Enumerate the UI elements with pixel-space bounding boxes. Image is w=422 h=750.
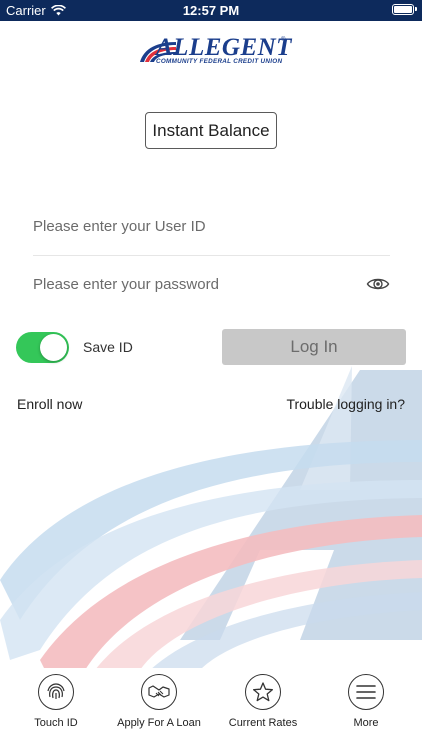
log-in-button[interactable]: Log In bbox=[222, 329, 406, 365]
tab-current-rates[interactable]: Current Rates bbox=[213, 674, 313, 729]
password-input[interactable]: Please enter your password bbox=[33, 276, 390, 293]
handshake-icon bbox=[141, 674, 177, 710]
tab-label: Apply For A Loan bbox=[117, 717, 201, 729]
field-divider bbox=[33, 255, 390, 256]
status-bar: Carrier 12:57 PM bbox=[0, 0, 422, 21]
instant-balance-button[interactable]: Instant Balance bbox=[145, 112, 277, 149]
fingerprint-icon bbox=[38, 674, 74, 710]
bottom-tab-bar: Touch ID Apply For A Loan Current Rates … bbox=[0, 668, 422, 750]
star-icon bbox=[245, 674, 281, 710]
menu-icon bbox=[348, 674, 384, 710]
tab-label: Touch ID bbox=[34, 717, 78, 729]
eye-icon[interactable] bbox=[366, 275, 390, 293]
enroll-now-link[interactable]: Enroll now bbox=[17, 396, 82, 412]
tab-apply-for-loan[interactable]: Apply For A Loan bbox=[109, 674, 209, 729]
tab-label: Current Rates bbox=[228, 717, 298, 729]
user-id-input[interactable]: Please enter your User ID bbox=[33, 218, 390, 235]
save-id-toggle[interactable] bbox=[16, 332, 69, 363]
allegent-logo: ALLEGENT ® COMMUNITY FEDERAL CREDIT UNIO… bbox=[138, 32, 291, 68]
logo-tagline: COMMUNITY FEDERAL CREDIT UNION bbox=[156, 58, 283, 65]
save-id-label: Save ID bbox=[83, 339, 133, 355]
tab-touch-id[interactable]: Touch ID bbox=[6, 674, 106, 729]
battery-icon bbox=[392, 4, 417, 15]
tab-label: More bbox=[353, 717, 379, 729]
toggle-knob bbox=[40, 334, 67, 361]
clock: 12:57 PM bbox=[182, 3, 240, 18]
tab-more[interactable]: More bbox=[316, 674, 416, 729]
brand-background-art bbox=[0, 366, 422, 670]
registered-mark: ® bbox=[281, 37, 286, 43]
trouble-logging-in-link[interactable]: Trouble logging in? bbox=[286, 396, 405, 412]
